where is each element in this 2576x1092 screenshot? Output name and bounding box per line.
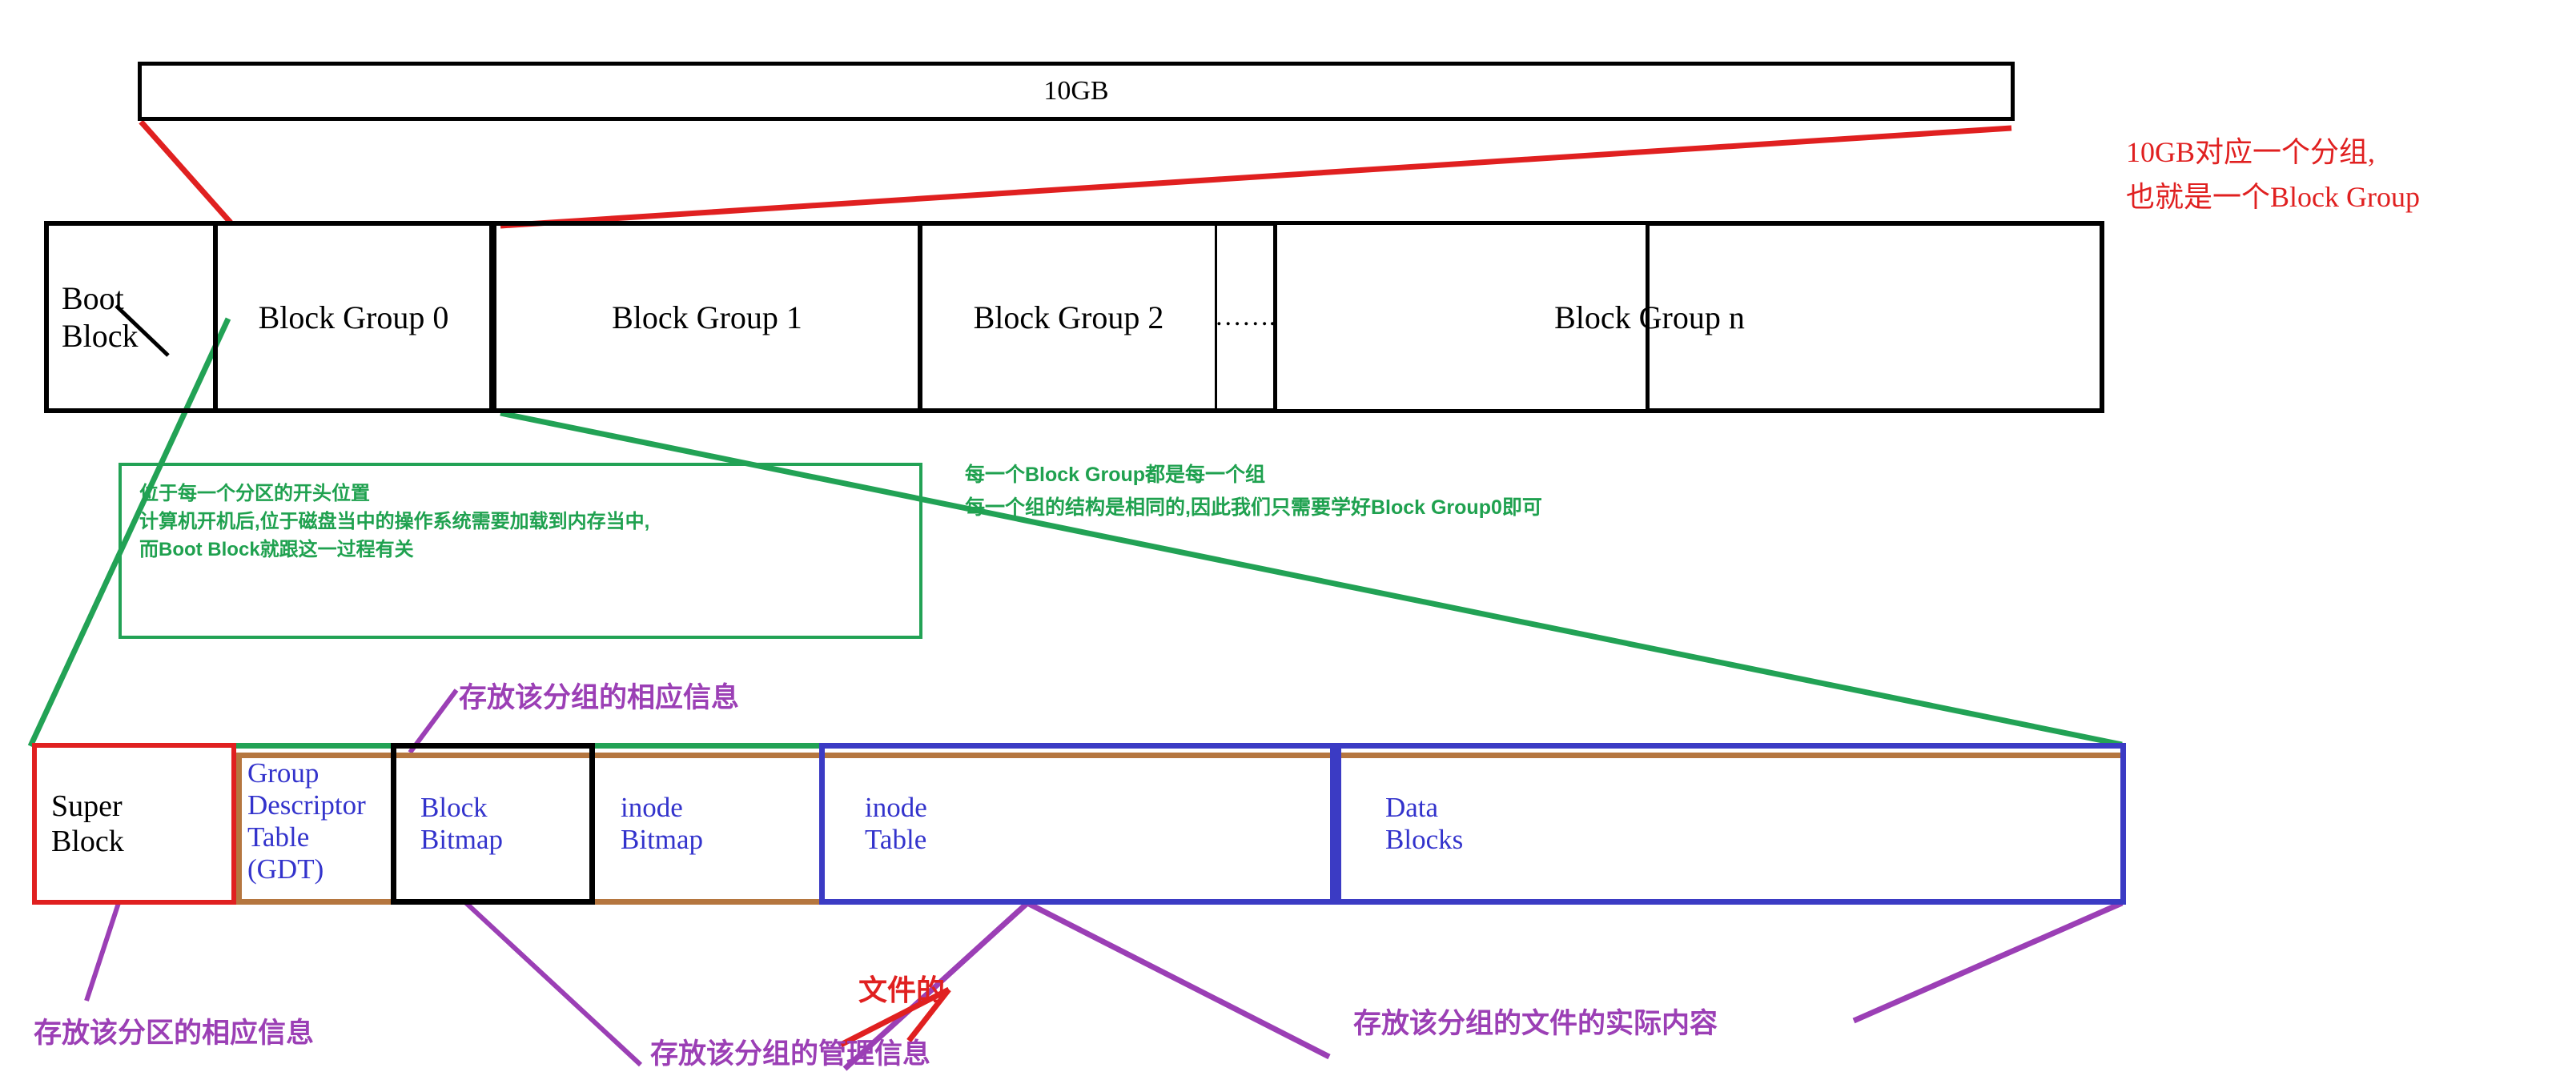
block-bitmap-cell: Block Bitmap [391,743,595,905]
partition-row: Boot Block Block Group 0 Block Group 1 B… [44,221,2104,413]
inode-bitmap-label: inode Bitmap [621,792,704,855]
block-group-structure-row: Super Block Group Descriptor Table (GDT)… [32,743,2126,905]
annotation-block-group-structure: 每一个Block Group都是每一个组 每一个组的结构是相同的,因此我们只需要… [965,464,1542,520]
annotation-gdt-group-info: 存放该分组的相应信息 [459,682,740,713]
inode-table-cell: inode Table [819,743,1336,905]
data-blocks-cell: Data Blocks [1336,743,2126,905]
capacity-bar: 10GB [138,62,2015,121]
block-group-1-label: Block Group 1 [612,299,802,335]
inode-table-label: inode Table [865,792,927,855]
block-group-0-cell: Block Group 0 [218,221,492,413]
super-block-label: Super Block [51,789,124,858]
annotation-gdt-manage-info: 存放该分组的管理信息 [650,1038,931,1070]
inode-bitmap-cell: inode Bitmap [595,743,819,905]
super-block-cell: Super Block [32,743,236,905]
ellipsis-cell: ……. [1214,221,1276,413]
annotation-super-block: 存放该分区的相应信息 [34,1018,315,1049]
annotation-file-red: 文件的 [858,974,946,1006]
annotation-boot-block-box: 位于每一个分区的开头位置 计算机开机后,位于磁盘当中的操作系统需要加载到内存当中… [119,463,922,639]
block-group-2-label: Block Group 2 [973,299,1164,335]
block-group-0-label: Block Group 0 [258,299,449,335]
boot-block-label: Boot Block [62,280,139,354]
block-group-2-cell: Block Group 2 [922,221,1217,413]
boot-block-cell: Boot Block [44,221,218,413]
group-descriptor-table-label: Group Descriptor Table (GDT) [247,757,366,885]
data-blocks-label: Data Blocks [1385,792,1464,855]
block-group-1-cell: Block Group 1 [492,221,922,413]
diagram-canvas: 10GB 10GB对应一个分组, 也就是一个Block Group Boot B… [0,0,2576,1092]
block-group-n-label: Block Group n [1554,299,1745,335]
annotation-10gb-block-group: 10GB对应一个分组, 也就是一个Block Group [2126,136,2420,213]
capacity-bar-label: 10GB [1043,75,1109,106]
ellipsis-label: ……. [1214,302,1276,331]
block-bitmap-label: Block Bitmap [420,792,504,855]
annotation-data-blocks: 存放该分组的文件的实际内容 [1353,1008,1718,1039]
